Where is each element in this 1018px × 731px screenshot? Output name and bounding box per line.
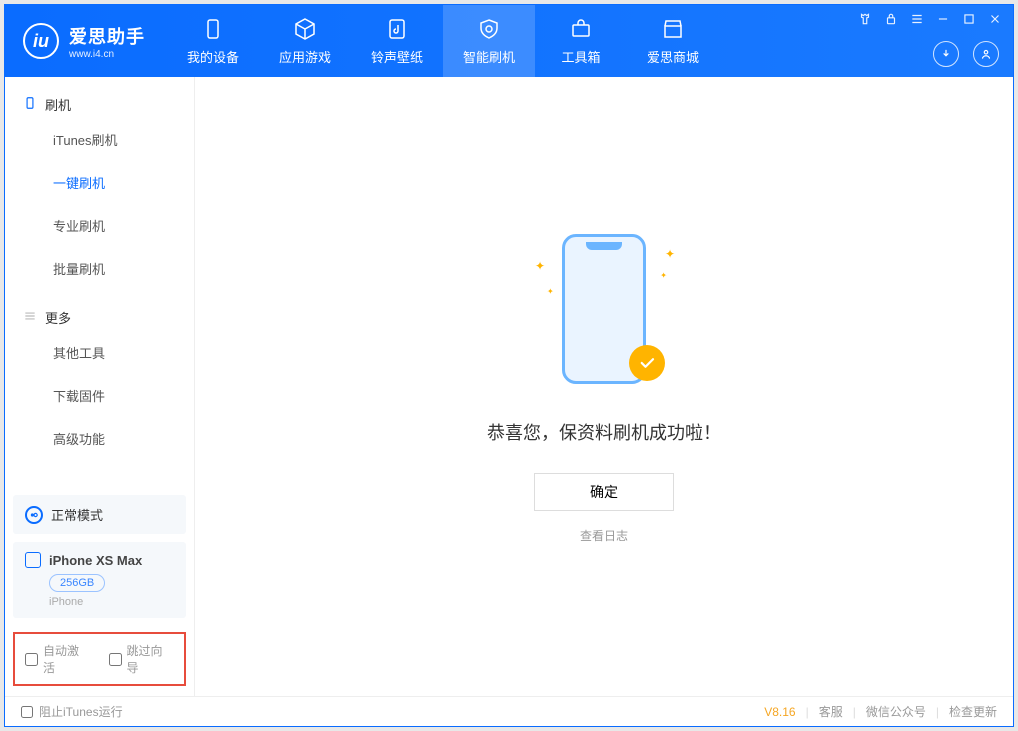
sidebar: 刷机 iTunes刷机 一键刷机 专业刷机 批量刷机 更多 其他工具 下载固件 …	[5, 77, 195, 696]
separator: |	[806, 705, 809, 719]
nav-label: 爱思商城	[647, 47, 699, 66]
skip-wizard-checkbox[interactable]: 跳过向导	[109, 642, 175, 676]
mode-label: 正常模式	[51, 505, 103, 524]
sidebar-item-one-click-flash[interactable]: 一键刷机	[5, 161, 194, 204]
checkbox-label: 自动激活	[43, 642, 91, 676]
device-small-icon	[25, 552, 41, 568]
app-name-en: www.i4.cn	[69, 49, 145, 60]
success-illustration: ✦ ✦ ✦ ✦	[549, 229, 659, 389]
footer: 阻止iTunes运行 V8.16 | 客服 | 微信公众号 | 检查更新	[5, 696, 1013, 726]
nav-my-device[interactable]: 我的设备	[167, 5, 259, 77]
spacer	[5, 460, 194, 487]
checkbox-label: 阻止iTunes运行	[39, 703, 123, 720]
group-label: 刷机	[45, 95, 71, 114]
nav-toolbox[interactable]: 工具箱	[535, 5, 627, 77]
phone-icon	[23, 96, 37, 113]
nav-ringtone-wallpaper[interactable]: 铃声壁纸	[351, 5, 443, 77]
device-mode-box[interactable]: 正常模式	[13, 495, 186, 534]
version-label: V8.16	[764, 705, 795, 719]
device-info-box[interactable]: iPhone XS Max 256GB iPhone	[13, 542, 186, 618]
window-controls	[857, 11, 1003, 27]
separator: |	[936, 705, 939, 719]
user-controls	[933, 41, 999, 67]
checkbox-input[interactable]	[25, 653, 38, 666]
toolbox-icon	[569, 17, 593, 41]
success-message: 恭喜您，保资料刷机成功啦！	[487, 419, 721, 445]
main-content: ✦ ✦ ✦ ✦ 恭喜您，保资料刷机成功啦！ 确定 查看日志	[195, 77, 1013, 696]
sidebar-item-download-firmware[interactable]: 下载固件	[5, 374, 194, 417]
app-window: iu 爱思助手 www.i4.cn 我的设备 应用游戏 铃声壁纸 智能刷机	[4, 4, 1014, 727]
logo-text: 爱思助手 www.i4.cn	[69, 23, 145, 60]
device-icon	[201, 17, 225, 41]
sidebar-group-more: 更多	[5, 290, 194, 331]
nav-apps-games[interactable]: 应用游戏	[259, 5, 351, 77]
checkbox-input[interactable]	[109, 653, 122, 666]
nav-smart-flash[interactable]: 智能刷机	[443, 5, 535, 77]
user-icon[interactable]	[973, 41, 999, 67]
nav-label: 智能刷机	[463, 47, 515, 66]
footer-link-wechat[interactable]: 微信公众号	[866, 703, 926, 720]
top-nav: 我的设备 应用游戏 铃声壁纸 智能刷机 工具箱 爱思商城	[167, 5, 719, 77]
nav-label: 工具箱	[561, 47, 600, 66]
nav-label: 铃声壁纸	[371, 47, 423, 66]
logo-area: iu 爱思助手 www.i4.cn	[5, 23, 167, 60]
sidebar-item-other-tools[interactable]: 其他工具	[5, 331, 194, 374]
titlebar: iu 爱思助手 www.i4.cn 我的设备 应用游戏 铃声壁纸 智能刷机	[5, 5, 1013, 77]
block-itunes-checkbox[interactable]: 阻止iTunes运行	[21, 703, 123, 720]
logo-icon: iu	[23, 23, 59, 59]
sidebar-item-advanced[interactable]: 高级功能	[5, 417, 194, 460]
footer-link-support[interactable]: 客服	[819, 703, 843, 720]
nav-store[interactable]: 爱思商城	[627, 5, 719, 77]
storage-badge: 256GB	[49, 574, 105, 592]
checkbox-label: 跳过向导	[127, 642, 175, 676]
sidebar-group-flash: 刷机	[5, 77, 194, 118]
nav-label: 我的设备	[187, 47, 239, 66]
check-badge-icon	[629, 345, 665, 381]
app-name-cn: 爱思助手	[69, 23, 145, 49]
group-label: 更多	[45, 308, 71, 327]
shield-refresh-icon	[477, 17, 501, 41]
footer-link-update[interactable]: 检查更新	[949, 703, 997, 720]
sidebar-item-pro-flash[interactable]: 专业刷机	[5, 204, 194, 247]
nav-label: 应用游戏	[279, 47, 331, 66]
checkbox-input[interactable]	[21, 706, 33, 718]
sidebar-item-itunes-flash[interactable]: iTunes刷机	[5, 118, 194, 161]
device-name: iPhone XS Max	[49, 553, 142, 568]
body: 刷机 iTunes刷机 一键刷机 专业刷机 批量刷机 更多 其他工具 下载固件 …	[5, 77, 1013, 696]
sidebar-item-batch-flash[interactable]: 批量刷机	[5, 247, 194, 290]
menu-icon[interactable]	[909, 11, 925, 27]
minimize-icon[interactable]	[935, 11, 951, 27]
mode-icon	[25, 506, 43, 524]
store-icon	[661, 17, 685, 41]
footer-right: V8.16 | 客服 | 微信公众号 | 检查更新	[764, 703, 997, 720]
ok-button[interactable]: 确定	[534, 473, 674, 511]
view-log-link[interactable]: 查看日志	[580, 527, 628, 544]
options-highlight-box: 自动激活 跳过向导	[13, 632, 186, 686]
device-type: iPhone	[49, 596, 174, 608]
separator: |	[853, 705, 856, 719]
shirt-icon[interactable]	[857, 11, 873, 27]
download-icon[interactable]	[933, 41, 959, 67]
lock-icon[interactable]	[883, 11, 899, 27]
music-file-icon	[385, 17, 409, 41]
close-icon[interactable]	[987, 11, 1003, 27]
device-row: iPhone XS Max	[25, 552, 174, 568]
auto-activate-checkbox[interactable]: 自动激活	[25, 642, 91, 676]
maximize-icon[interactable]	[961, 11, 977, 27]
more-icon	[23, 309, 37, 326]
cube-icon	[293, 17, 317, 41]
